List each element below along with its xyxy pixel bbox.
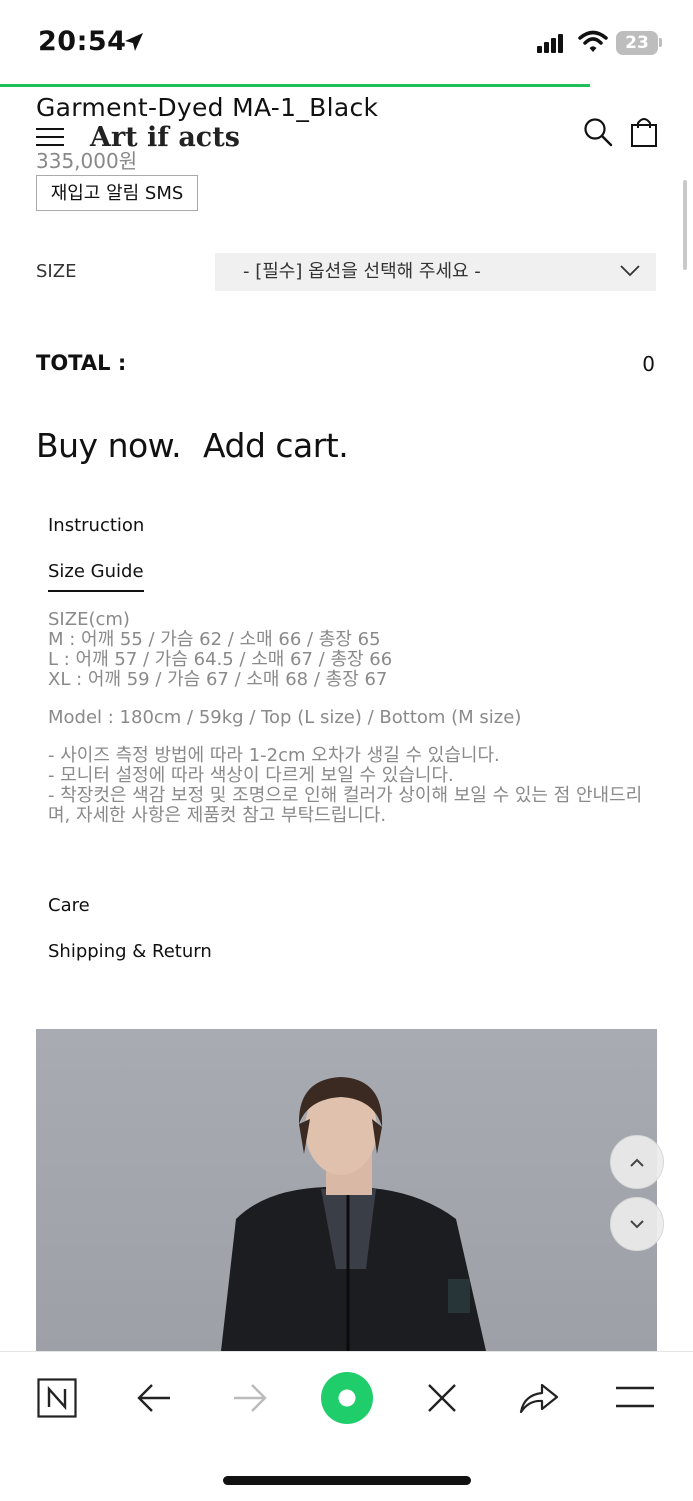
tab-shipping-return[interactable]: Shipping & Return	[48, 941, 212, 962]
product-title: Garment-Dyed MA-1_Black	[36, 93, 379, 122]
buy-now-button[interactable]: Buy now.	[36, 426, 182, 465]
tab-care[interactable]: Care	[48, 895, 90, 916]
size-unit-text: SIZE(cm)	[48, 609, 130, 630]
forward-icon[interactable]	[232, 1382, 268, 1414]
hamburger-menu-icon[interactable]	[36, 128, 64, 146]
product-price: 335,000원	[36, 149, 138, 173]
add-cart-button[interactable]: Add cart.	[203, 426, 349, 465]
battery-indicator: 23	[616, 31, 658, 55]
scroll-to-top-button[interactable]	[610, 1135, 664, 1189]
model-photo	[36, 1029, 657, 1351]
shopping-bag-icon[interactable]	[630, 116, 658, 148]
home-indicator	[223, 1476, 471, 1485]
size-select[interactable]: - [필수] 옵션을 선택해 주세요 -	[215, 253, 656, 291]
size-row-l: L : 어깨 57 / 가슴 64.5 / 소매 67 / 총장 66	[48, 649, 393, 670]
size-label: SIZE	[36, 261, 77, 282]
back-icon[interactable]	[136, 1382, 172, 1414]
restock-sms-button[interactable]: 재입고 알림 SMS	[36, 175, 198, 211]
size-guide-content: SIZE(cm) M : 어깨 55 / 가슴 62 / 소매 66 / 총장 …	[48, 610, 658, 826]
chevron-down-icon	[630, 1220, 644, 1229]
note-monitor: - 모니터 설정에 따라 색상이 다르게 보일 수 있습니다.	[48, 765, 454, 786]
note-styling: - 착장컷은 색감 보정 및 조명으로 인해 컬러가 상이해 보일 수 있는 점…	[48, 785, 643, 826]
scroll-to-bottom-button[interactable]	[610, 1197, 664, 1251]
page-scrollbar[interactable]	[683, 180, 687, 270]
battery-cap	[659, 38, 662, 47]
close-icon[interactable]	[427, 1383, 457, 1413]
search-icon[interactable]	[583, 117, 613, 147]
location-arrow-icon	[125, 33, 143, 51]
total-value: 0	[642, 352, 655, 376]
green-dot-icon[interactable]	[320, 1371, 374, 1425]
tab-size-guide[interactable]: Size Guide	[48, 561, 144, 592]
naver-icon[interactable]	[37, 1378, 77, 1418]
chevron-down-icon	[620, 265, 640, 277]
page-load-progress	[0, 84, 590, 87]
status-time: 20:54	[38, 26, 127, 57]
model-info-text: Model : 180cm / 59kg / Top (L size) / Bo…	[48, 707, 522, 728]
total-label: TOTAL :	[36, 351, 127, 375]
model-illustration	[221, 1077, 486, 1351]
cellular-signal-icon	[537, 34, 565, 53]
size-row-m: M : 어깨 55 / 가슴 62 / 소매 66 / 총장 65	[48, 629, 381, 650]
chevron-up-icon	[630, 1158, 644, 1167]
wifi-icon	[578, 30, 608, 52]
share-icon[interactable]	[518, 1379, 560, 1415]
menu-icon[interactable]	[615, 1385, 655, 1411]
size-row-xl: XL : 어깨 59 / 가슴 67 / 소매 68 / 총장 67	[48, 669, 388, 690]
note-measurement: - 사이즈 측정 방법에 따라 1-2cm 오차가 생길 수 있습니다.	[48, 745, 500, 766]
tab-instruction[interactable]: Instruction	[48, 515, 144, 536]
